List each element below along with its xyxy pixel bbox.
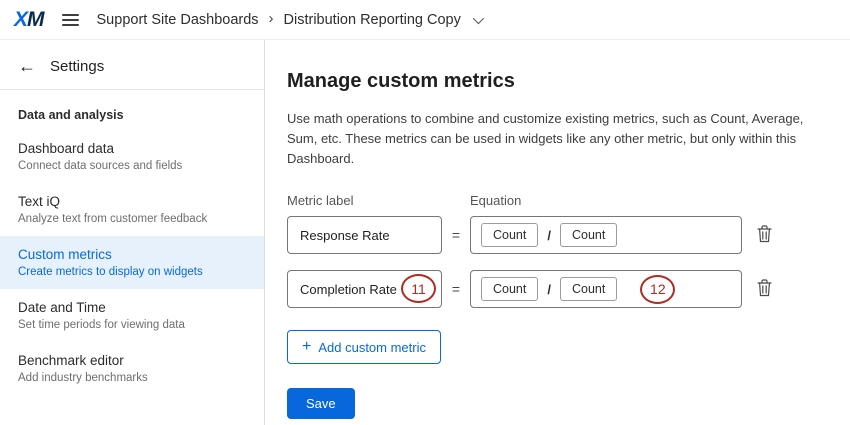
save-button[interactable]: Save: [287, 388, 355, 419]
settings-sidebar: ← Settings Data and analysis Dashboard d…: [0, 40, 265, 425]
logo-m: M: [27, 8, 44, 31]
equals-sign: =: [442, 227, 470, 243]
trash-icon: [757, 285, 772, 300]
annotation-badge-12: 12: [640, 275, 675, 304]
delete-metric-button[interactable]: [753, 221, 776, 250]
operator-divide: /: [547, 228, 551, 243]
sidebar-item-benchmark-editor[interactable]: Benchmark editor Add industry benchmarks: [0, 342, 264, 395]
chevron-right-icon: ›: [269, 11, 274, 26]
sidebar-item-custom-metrics[interactable]: Custom metrics Create metrics to display…: [0, 236, 264, 289]
operand-button[interactable]: Count: [560, 223, 617, 247]
column-headers: Metric label Equation: [287, 193, 826, 208]
delete-metric-button[interactable]: [753, 275, 776, 304]
add-custom-metric-button[interactable]: + Add custom metric: [287, 330, 441, 364]
sidebar-item-label: Text iQ: [18, 194, 246, 209]
page-description: Use math operations to combine and custo…: [287, 109, 826, 169]
metric-label-value: Response Rate: [300, 228, 390, 243]
sidebar-section-header: Data and analysis: [0, 90, 264, 130]
back-arrow-icon: ←: [18, 57, 36, 75]
sidebar-item-label: Benchmark editor: [18, 353, 246, 368]
topbar: XM Support Site Dashboards › Distributio…: [0, 0, 850, 40]
metric-row: Completion Rate 11 = Count / Count 12: [287, 270, 826, 308]
operator-divide: /: [547, 282, 551, 297]
plus-icon: +: [302, 339, 311, 355]
metric-label-input[interactable]: Completion Rate 11: [287, 270, 442, 308]
sidebar-item-label: Date and Time: [18, 300, 246, 315]
sidebar-item-dashboard-data[interactable]: Dashboard data Connect data sources and …: [0, 130, 264, 183]
settings-label: Settings: [50, 58, 104, 75]
equation-field[interactable]: Count / Count: [470, 216, 742, 254]
logo-x: X: [14, 8, 27, 31]
sidebar-item-label: Dashboard data: [18, 141, 246, 156]
custom-metrics-panel: Manage custom metrics Use math operation…: [265, 40, 850, 425]
add-custom-metric-label: Add custom metric: [318, 340, 426, 355]
equals-sign: =: [442, 281, 470, 297]
metric-label-value: Completion Rate: [300, 282, 397, 297]
trash-icon: [757, 231, 772, 246]
chevron-down-icon[interactable]: [473, 12, 484, 23]
breadcrumb-root[interactable]: Support Site Dashboards: [97, 12, 259, 28]
sidebar-item-sub: Connect data sources and fields: [18, 160, 246, 172]
operand-button[interactable]: Count: [560, 277, 617, 301]
sidebar-item-label: Custom metrics: [18, 247, 246, 262]
metric-row: Response Rate = Count / Count: [287, 216, 826, 254]
sidebar-item-sub: Add industry benchmarks: [18, 372, 246, 384]
metric-label-input[interactable]: Response Rate: [287, 216, 442, 254]
breadcrumb: Support Site Dashboards › Distribution R…: [97, 12, 481, 28]
sidebar-item-sub: Create metrics to display on widgets: [18, 266, 246, 278]
equation-column-header: Equation: [470, 193, 742, 208]
sidebar-item-date-and-time[interactable]: Date and Time Set time periods for viewi…: [0, 289, 264, 342]
sidebar-item-text-iq[interactable]: Text iQ Analyze text from customer feedb…: [0, 183, 264, 236]
annotation-badge-11: 11: [401, 274, 436, 303]
operand-button[interactable]: Count: [481, 277, 538, 301]
menu-icon[interactable]: [60, 10, 81, 30]
page-title: Manage custom metrics: [287, 70, 826, 93]
breadcrumb-current[interactable]: Distribution Reporting Copy: [284, 12, 461, 28]
sidebar-item-sub: Set time periods for viewing data: [18, 319, 246, 331]
equation-field[interactable]: Count / Count 12: [470, 270, 742, 308]
sidebar-item-sub: Analyze text from customer feedback: [18, 213, 246, 225]
back-to-settings[interactable]: ← Settings: [0, 40, 264, 90]
metric-label-column-header: Metric label: [287, 193, 442, 208]
xm-logo[interactable]: XM: [14, 8, 44, 32]
operand-button[interactable]: Count: [481, 223, 538, 247]
